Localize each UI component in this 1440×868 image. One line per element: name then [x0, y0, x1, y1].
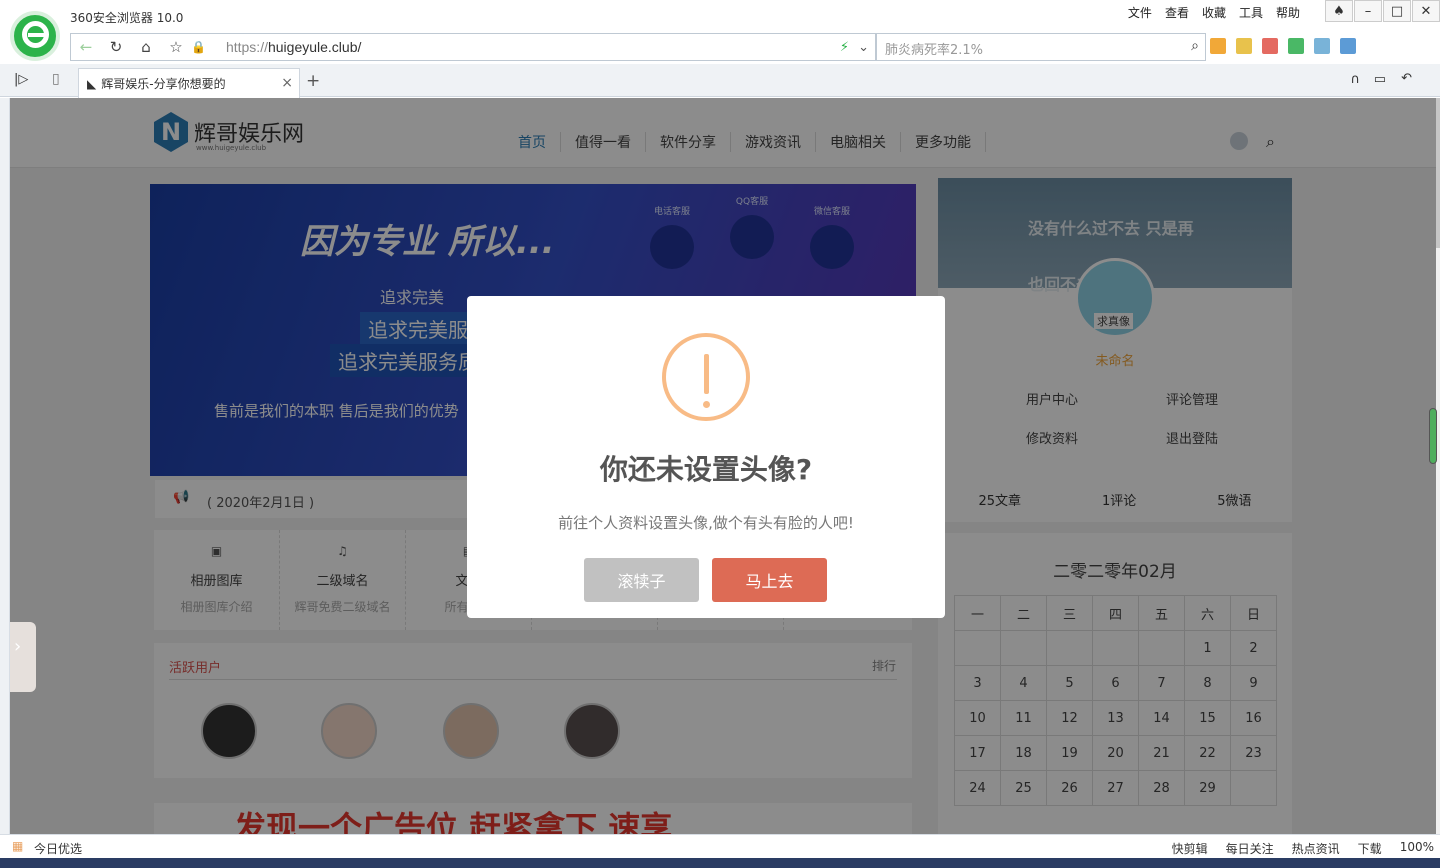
- dropdown-icon[interactable]: ⌄: [858, 40, 869, 55]
- green-grip-handle[interactable]: [1429, 408, 1437, 464]
- address-row: ← ↻ ⌂ ☆ 🔒 https://huigeyule.club/ ⚡ ⌄ 肺炎…: [0, 32, 1440, 62]
- menu-help[interactable]: 帮助: [1276, 4, 1300, 21]
- menu-file[interactable]: 文件: [1128, 4, 1152, 21]
- avatar-prompt-dialog: 你还未设置头像? 前往个人资料设置头像,做个有头有脸的人吧! 滚犊子 马上去: [467, 296, 945, 618]
- skin-icon[interactable]: ♠: [1325, 0, 1353, 22]
- address-bar[interactable]: ← ↻ ⌂ ☆ 🔒 https://huigeyule.club/ ⚡ ⌄: [70, 33, 876, 61]
- url-text[interactable]: https://huigeyule.club/: [226, 39, 361, 55]
- lightning-icon[interactable]: ⚡: [840, 40, 849, 55]
- pdf-icon[interactable]: [1262, 38, 1278, 54]
- status-bar: ▦ 今日优选 快剪辑 每日关注 热点资讯 下载 100%: [0, 834, 1440, 858]
- tab-favicon-icon: ◣: [87, 76, 97, 91]
- search-input[interactable]: 肺炎病死率2.1%: [885, 39, 983, 58]
- tab-title: 辉哥娱乐-分享你想要的: [101, 77, 226, 91]
- status-download[interactable]: 下载: [1358, 840, 1382, 857]
- window-controls: ♠ – □ ✕: [1324, 0, 1440, 22]
- scrollbar[interactable]: [1436, 98, 1440, 834]
- zoom-icon[interactable]: [1340, 38, 1356, 54]
- tab-list-icon[interactable]: ▯: [52, 71, 60, 87]
- taskbar: [0, 858, 1440, 868]
- menu-view[interactable]: 查看: [1165, 4, 1189, 21]
- status-daily[interactable]: 每日关注: [1226, 840, 1274, 857]
- gift-icon: ▦: [12, 839, 24, 853]
- dialog-title: 你还未设置头像?: [599, 453, 813, 486]
- new-tab-button[interactable]: +: [306, 71, 320, 91]
- sidebar-toggle-icon[interactable]: |▷: [14, 72, 28, 87]
- search-icon[interactable]: ⌕: [1191, 38, 1199, 54]
- status-today[interactable]: 今日优选: [34, 840, 82, 857]
- browser-titlebar: 360安全浏览器 10.0 文件 查看 收藏 工具 帮助 ♠ – □ ✕: [0, 0, 1440, 32]
- dialog-text: 前往个人资料设置头像,做个有头有脸的人吧!: [558, 514, 854, 532]
- window-list-icon[interactable]: ▭: [1374, 72, 1386, 87]
- browser-menu: 文件 查看 收藏 工具 帮助: [1128, 4, 1300, 21]
- browser-title: 360安全浏览器 10.0: [70, 11, 184, 25]
- star-icon[interactable]: ☆: [161, 38, 191, 56]
- scrollbar-thumb[interactable]: [1436, 98, 1440, 248]
- back-arrow-icon[interactable]: ←: [71, 38, 101, 56]
- headset-icon[interactable]: ∩: [1350, 72, 1360, 87]
- lock-icon: 🔒: [191, 40, 206, 54]
- page-viewport: N 辉哥娱乐网 www.huigeyule.club 首页 值得一看 软件分享 …: [10, 98, 1436, 834]
- translate-icon[interactable]: [1236, 38, 1252, 54]
- tab-close-icon[interactable]: ×: [281, 75, 293, 91]
- status-zoom[interactable]: 100%: [1400, 840, 1434, 857]
- screenshot-icon[interactable]: [1314, 38, 1330, 54]
- minimize-button[interactable]: –: [1354, 0, 1382, 22]
- tab-active[interactable]: ◣ 辉哥娱乐-分享你想要的 ×: [78, 68, 300, 98]
- menu-tools[interactable]: 工具: [1239, 4, 1263, 21]
- cancel-button[interactable]: 滚犊子: [584, 558, 699, 602]
- menu-favorites[interactable]: 收藏: [1202, 4, 1226, 21]
- status-quickclip[interactable]: 快剪辑: [1172, 840, 1208, 857]
- status-tools: 快剪辑 每日关注 热点资讯 下载 100%: [1172, 840, 1434, 857]
- close-window-button[interactable]: ✕: [1412, 0, 1440, 22]
- confirm-button[interactable]: 马上去: [712, 558, 827, 602]
- refresh-icon[interactable]: ↻: [101, 38, 131, 56]
- warning-icon: [662, 333, 750, 421]
- shield-icon[interactable]: [1288, 38, 1304, 54]
- maximize-button[interactable]: □: [1383, 0, 1411, 22]
- undo-close-icon[interactable]: ↶: [1401, 71, 1412, 86]
- extensions-bar: [1210, 38, 1356, 54]
- home-icon[interactable]: ⌂: [131, 38, 161, 56]
- apps-icon[interactable]: [1210, 38, 1226, 54]
- status-hotnews[interactable]: 热点资讯: [1292, 840, 1340, 857]
- search-box[interactable]: 肺炎病死率2.1% ⌕: [876, 33, 1206, 61]
- side-strip: [0, 98, 10, 834]
- tab-strip: |▷ ▯ ◣ 辉哥娱乐-分享你想要的 × + ∩ ▭ ↶: [0, 64, 1440, 98]
- side-expand-handle[interactable]: ›: [10, 622, 36, 692]
- browser-logo-icon[interactable]: [10, 11, 60, 61]
